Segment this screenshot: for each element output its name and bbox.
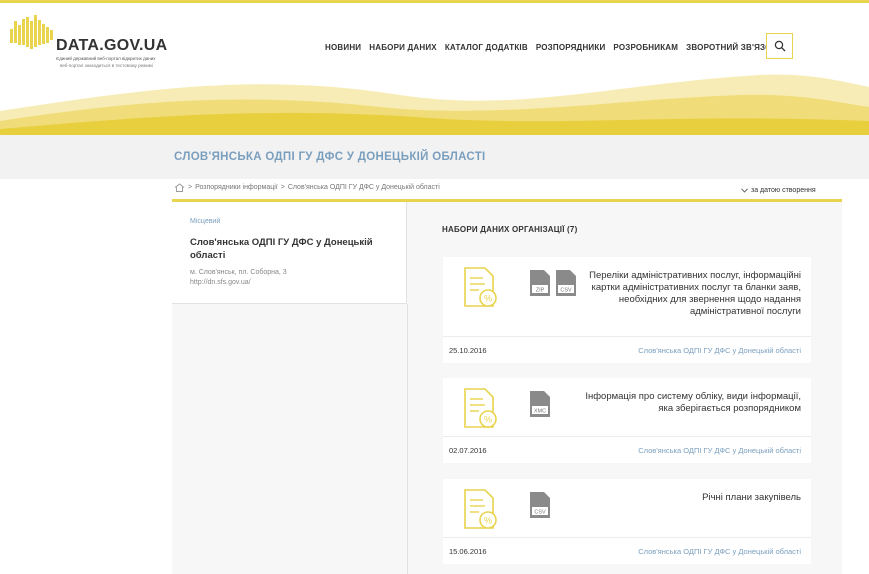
dataset-document-icon: %	[464, 388, 497, 428]
dataset-card[interactable]: % ZIP CSV Переліки адміністративних посл…	[443, 257, 811, 363]
sort-label: за датою створення	[751, 187, 816, 194]
organization-card: Місцевий Слов'янська ОДПІ ГУ ДФС у Донец…	[172, 202, 407, 304]
logo-map-icon[interactable]	[10, 15, 58, 51]
organization-url[interactable]: http://dn.sfs.gov.ua/	[190, 279, 251, 286]
breadcrumb-item-publishers[interactable]: Розпорядники інформації	[195, 184, 278, 191]
dataset-document-icon: %	[464, 489, 497, 529]
dataset-card-body: % ZIP CSV Переліки адміністративних посл…	[443, 257, 811, 336]
search-button[interactable]	[766, 33, 793, 59]
dataset-title[interactable]: Річні плани закупівель	[571, 492, 801, 504]
dataset-formats: ZIP CSV	[529, 269, 577, 297]
content-area: Місцевий Слов'янська ОДПІ ГУ ДФС у Донец…	[172, 199, 842, 574]
page-title: СЛОВ'ЯНСЬКА ОДПІ ГУ ДФС У ДОНЕЦЬКІЙ ОБЛА…	[174, 151, 486, 163]
dataset-meta: 02.07.2016 Слов'янська ОДПІ ГУ ДФС у Дон…	[443, 436, 811, 463]
dataset-title[interactable]: Переліки адміністративних послуг, інформ…	[571, 270, 801, 318]
breadcrumb: > Розпорядники інформації > Слов'янська …	[174, 183, 440, 192]
dataset-card[interactable]: % XMC Інформація про систему обліку, вид…	[443, 378, 811, 463]
chevron-down-icon	[741, 188, 748, 193]
svg-text:CSV: CSV	[534, 510, 546, 516]
nav-item-apps-catalog[interactable]: КАТАЛОГ ДОДАТКІВ	[445, 43, 528, 52]
zip-file-icon[interactable]: ZIP	[529, 269, 551, 297]
main-nav: НОВИНИ НАБОРИ ДАНИХ КАТАЛОГ ДОДАТКІВ РОЗ…	[325, 43, 777, 52]
organization-type: Місцевий	[190, 218, 221, 225]
dataset-formats: CSV	[529, 491, 551, 519]
dataset-title[interactable]: Інформація про систему обліку, види інфо…	[571, 391, 801, 415]
dataset-meta: 15.06.2016 Слов'янська ОДПІ ГУ ДФС у Дон…	[443, 537, 811, 564]
svg-text:%: %	[484, 516, 492, 526]
dataset-document-icon: %	[464, 267, 497, 307]
dataset-organization-link[interactable]: Слов'янська ОДПІ ГУ ДФС у Донецькій обла…	[638, 446, 801, 455]
site-header: DATA.GOV.UA Єдиний державний веб-портал …	[0, 3, 869, 135]
breadcrumb-item-current: Слов'янська ОДПІ ГУ ДФС у Донецькій обла…	[287, 184, 440, 191]
svg-text:ZIP: ZIP	[536, 288, 545, 294]
logo-title[interactable]: DATA.GOV.UA	[56, 37, 167, 55]
search-icon	[774, 40, 785, 52]
svg-text:%: %	[484, 294, 492, 304]
dataset-organization-link[interactable]: Слов'янська ОДПІ ГУ ДФС у Донецькій обла…	[638, 547, 801, 556]
svg-text:%: %	[484, 415, 492, 425]
breadcrumb-separator: >	[280, 184, 285, 191]
dataset-organization-link[interactable]: Слов'янська ОДПІ ГУ ДФС у Донецькій обла…	[638, 346, 801, 355]
nav-item-datasets[interactable]: НАБОРИ ДАНИХ	[369, 43, 437, 52]
home-icon[interactable]	[174, 183, 185, 192]
dataset-card-body: % XMC Інформація про систему обліку, вид…	[443, 378, 811, 436]
svg-text:XMC: XMC	[534, 409, 546, 415]
xmc-file-icon[interactable]: XMC	[529, 390, 551, 418]
dataset-date: 02.07.2016	[449, 446, 487, 455]
dataset-meta: 25.10.2016 Слов'янська ОДПІ ГУ ДФС у Дон…	[443, 336, 811, 363]
dataset-card[interactable]: % CSV Річні плани закупівель 15.06.2016 …	[443, 479, 811, 564]
organization-name: Слов'янська ОДПІ ГУ ДФС у Донецькій обла…	[190, 237, 373, 261]
dataset-formats: XMC	[529, 390, 551, 418]
page-title-band: СЛОВ'ЯНСЬКА ОДПІ ГУ ДФС У ДОНЕЦЬКІЙ ОБЛА…	[0, 135, 869, 179]
logo-subtitle: Єдиний державний веб-портал відкритих да…	[56, 56, 156, 61]
datasets-heading: НАБОРИ ДАНИХ ОРГАНІЗАЦІЇ (7)	[442, 225, 578, 234]
logo-test-mode-note: веб-портал знаходиться в тестовому режим…	[60, 63, 153, 68]
dataset-card-body: % CSV Річні плани закупівель	[443, 479, 811, 537]
nav-item-developers[interactable]: РОЗРОБНИКАМ	[613, 43, 678, 52]
column-divider	[407, 304, 408, 574]
dataset-date: 15.06.2016	[449, 547, 487, 556]
nav-item-feedback[interactable]: ЗВОРОТНИЙ ЗВ'ЯЗОК	[686, 43, 777, 52]
header-waves-decoration	[0, 74, 869, 135]
organization-address: м. Слов'янськ, пл. Соборна, 3	[190, 269, 287, 276]
nav-item-publishers[interactable]: РОЗПОРЯДНИКИ	[536, 43, 606, 52]
dataset-date: 25.10.2016	[449, 346, 487, 355]
sort-dropdown[interactable]: за датою створення	[741, 187, 816, 194]
csv-file-icon[interactable]: CSV	[529, 491, 551, 519]
breadcrumb-separator: >	[188, 184, 193, 191]
nav-item-news[interactable]: НОВИНИ	[325, 43, 361, 52]
